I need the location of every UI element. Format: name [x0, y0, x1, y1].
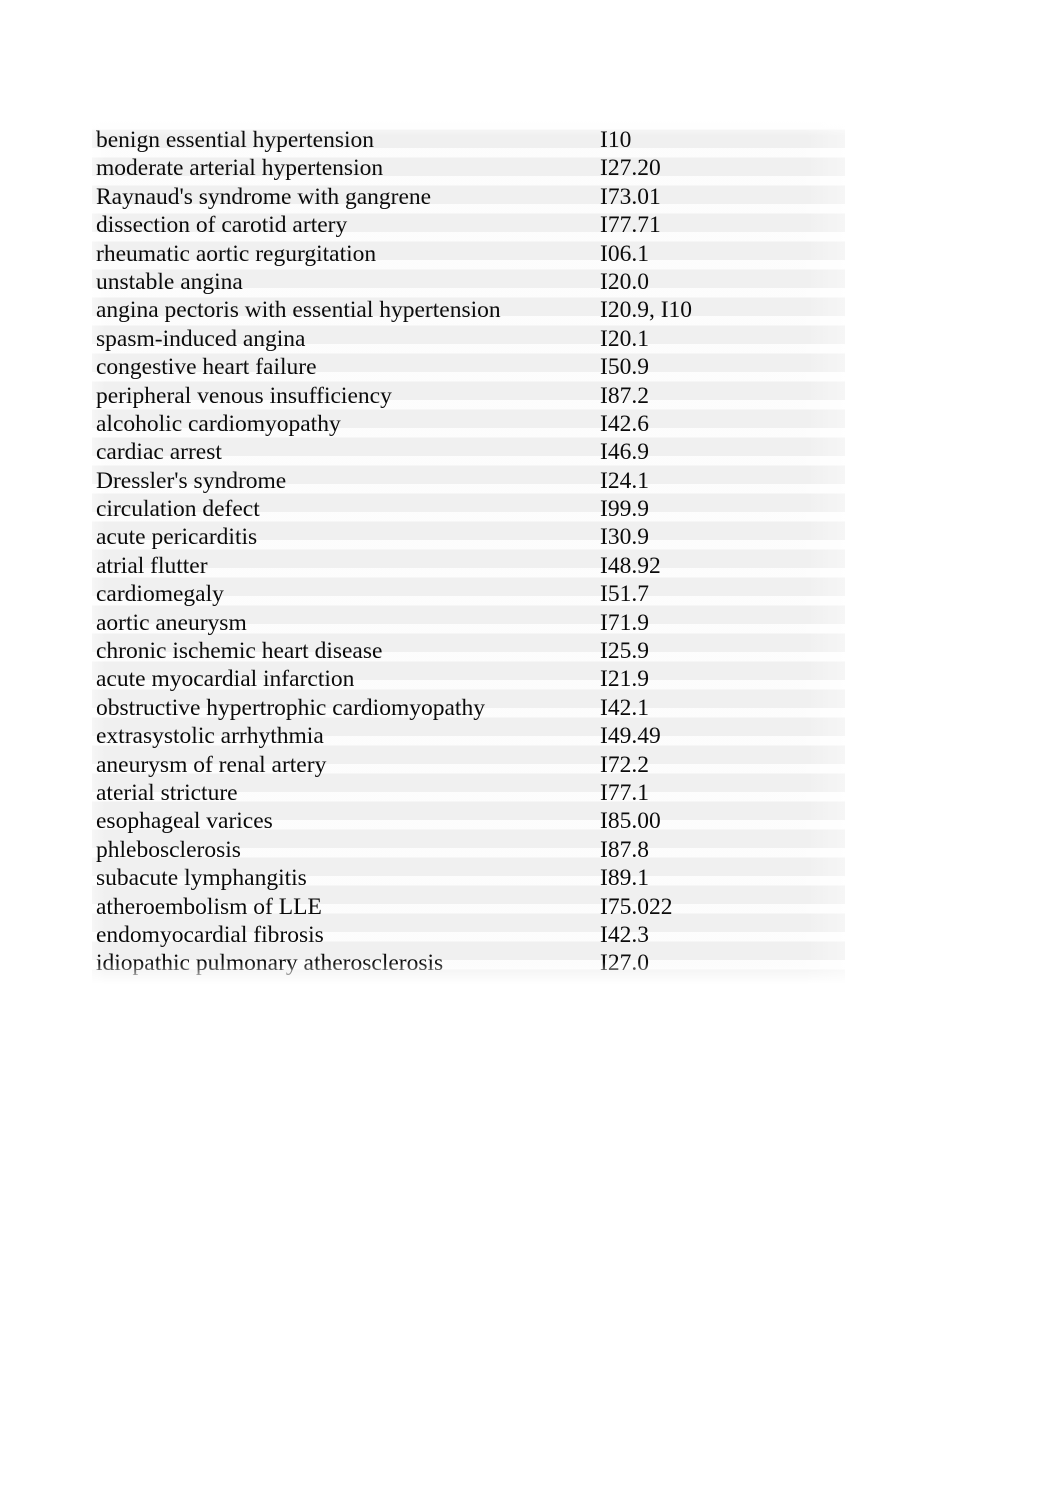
diagnosis-term-cell[interactable]: atrial flutter — [92, 552, 600, 580]
table-row[interactable]: moderate arterial hypertension I27.20 — [92, 154, 845, 182]
diagnosis-term-cell[interactable]: endomyocardial fibrosis — [92, 921, 600, 949]
icd-code-cell[interactable]: I42.1 — [600, 694, 649, 722]
table-row[interactable]: extrasystolic arrhythmia I49.49 — [92, 722, 845, 750]
icd-code-cell[interactable]: I72.2 — [600, 751, 649, 779]
diagnosis-term-cell[interactable]: extrasystolic arrhythmia — [92, 722, 600, 750]
table-row[interactable]: phlebosclerosis I87.8 — [92, 836, 845, 864]
icd-code-cell[interactable]: I77.1 — [600, 779, 649, 807]
table-row[interactable]: spasm-induced angina I20.1 — [92, 325, 845, 353]
table-row[interactable]: aterial stricture I77.1 — [92, 779, 845, 807]
diagnosis-term-cell[interactable]: cardiomegaly — [92, 580, 600, 608]
diagnosis-term-cell[interactable]: angina pectoris with essential hypertens… — [92, 296, 600, 324]
table-row[interactable]: atheroembolism of LLE I75.022 — [92, 893, 845, 921]
table-row[interactable]: Raynaud's syndrome with gangrene I73.01 — [92, 183, 845, 211]
diagnosis-term-cell[interactable]: atheroembolism of LLE — [92, 893, 600, 921]
diagnosis-term-cell[interactable]: phlebosclerosis — [92, 836, 600, 864]
table-row[interactable]: cardiac arrest I46.9 — [92, 438, 845, 466]
table-row[interactable]: esophageal varices I85.00 — [92, 807, 845, 835]
diagnosis-term-cell[interactable]: Dressler's syndrome — [92, 467, 600, 495]
diagnosis-term-cell[interactable]: spasm-induced angina — [92, 325, 600, 353]
diagnosis-term-cell[interactable]: circulation defect — [92, 495, 600, 523]
table-row[interactable]: endomyocardial fibrosis I42.3 — [92, 921, 845, 949]
table-row[interactable]: atrial flutter I48.92 — [92, 552, 845, 580]
icd-code-cell[interactable]: I73.01 — [600, 183, 661, 211]
diagnosis-term-cell[interactable]: congestive heart failure — [92, 353, 600, 381]
icd-code-cell[interactable]: I20.1 — [600, 325, 649, 353]
diagnosis-term-cell[interactable]: aterial stricture — [92, 779, 600, 807]
table-row[interactable]: acute myocardial infarction I21.9 — [92, 665, 845, 693]
diagnosis-term-cell[interactable]: Raynaud's syndrome with gangrene — [92, 183, 600, 211]
icd-code-cell[interactable]: I25.9 — [600, 637, 649, 665]
icd-code-cell[interactable]: I30.9 — [600, 523, 649, 551]
table-row[interactable]: peripheral venous insufficiency I87.2 — [92, 382, 845, 410]
icd-code-cell[interactable]: I75.022 — [600, 893, 672, 921]
table-row[interactable]: cardiomegaly I51.7 — [92, 580, 845, 608]
table-row[interactable]: congestive heart failure I50.9 — [92, 353, 845, 381]
icd-code-cell[interactable]: I77.71 — [600, 211, 661, 239]
table-row[interactable]: angina pectoris with essential hypertens… — [92, 296, 845, 324]
diagnosis-term-cell[interactable]: rheumatic aortic regurgitation — [92, 240, 600, 268]
code-list-table: benign essential hypertension I10 moderate… — [92, 120, 845, 984]
diagnosis-term-cell[interactable]: subacute lymphangitis — [92, 864, 600, 892]
icd-code-cell[interactable]: I46.9 — [600, 438, 649, 466]
diagnosis-term-cell[interactable]: moderate arterial hypertension — [92, 154, 600, 182]
icd-code-cell[interactable]: I20.0 — [600, 268, 649, 296]
icd-code-cell[interactable]: I10 — [600, 126, 631, 154]
table-row[interactable]: obstructive hypertrophic cardiomyopathy I… — [92, 694, 845, 722]
diagnosis-term-cell[interactable]: benign essential hypertension — [92, 126, 600, 154]
icd-code-cell[interactable]: I06.1 — [600, 240, 649, 268]
icd-code-cell[interactable]: I27.20 — [600, 154, 661, 182]
table-row[interactable]: Dressler's syndrome I24.1 — [92, 467, 845, 495]
table-row[interactable]: chronic ischemic heart disease I25.9 — [92, 637, 845, 665]
icd-code-cell[interactable]: I49.49 — [600, 722, 661, 750]
diagnosis-term-cell[interactable]: dissection of carotid artery — [92, 211, 600, 239]
icd-code-cell[interactable]: I42.3 — [600, 921, 649, 949]
icd-code-cell[interactable]: I85.00 — [600, 807, 661, 835]
table-row[interactable]: circulation defect I99.9 — [92, 495, 845, 523]
icd-code-cell[interactable]: I48.92 — [600, 552, 661, 580]
diagnosis-term-cell[interactable]: obstructive hypertrophic cardiomyopathy — [92, 694, 600, 722]
table-row[interactable]: rheumatic aortic regurgitation I06.1 — [92, 240, 845, 268]
icd-code-cell[interactable]: I51.7 — [600, 580, 649, 608]
diagnosis-term-cell[interactable]: aortic aneurysm — [92, 609, 600, 637]
table-row[interactable]: aortic aneurysm I71.9 — [92, 609, 845, 637]
icd-code-cell[interactable]: I89.1 — [600, 864, 649, 892]
diagnosis-term-cell[interactable]: acute pericarditis — [92, 523, 600, 551]
icd-code-cell[interactable]: I20.9, I10 — [600, 296, 692, 324]
icd-code-cell[interactable]: I87.8 — [600, 836, 649, 864]
icd-code-cell[interactable]: I21.9 — [600, 665, 649, 693]
icd-code-cell[interactable]: I27.0 — [600, 949, 649, 977]
table-row[interactable]: alcoholic cardiomyopathy I42.6 — [92, 410, 845, 438]
icd-code-cell[interactable]: I99.9 — [600, 495, 649, 523]
icd-code-cell[interactable]: I71.9 — [600, 609, 649, 637]
icd-code-cell[interactable]: I24.1 — [600, 467, 649, 495]
table-row[interactable]: benign essential hypertension I10 — [92, 126, 845, 154]
diagnosis-term-cell[interactable]: alcoholic cardiomyopathy — [92, 410, 600, 438]
diagnosis-term-cell[interactable]: peripheral venous insufficiency — [92, 382, 600, 410]
diagnosis-term-cell[interactable]: unstable angina — [92, 268, 600, 296]
diagnosis-term-cell[interactable]: chronic ischemic heart disease — [92, 637, 600, 665]
table-row[interactable]: acute pericarditis I30.9 — [92, 523, 845, 551]
table-row[interactable]: unstable angina I20.0 — [92, 268, 845, 296]
table-row[interactable]: idiopathic pulmonary atherosclerosis I27.… — [92, 949, 845, 977]
diagnosis-term-cell[interactable]: aneurysm of renal artery — [92, 751, 600, 779]
diagnosis-term-cell[interactable]: idiopathic pulmonary atherosclerosis — [92, 949, 600, 977]
icd-code-cell[interactable]: I42.6 — [600, 410, 649, 438]
table-row[interactable]: subacute lymphangitis I89.1 — [92, 864, 845, 892]
icd-code-cell[interactable]: I50.9 — [600, 353, 649, 381]
icd-code-cell[interactable]: I87.2 — [600, 382, 649, 410]
diagnosis-term-cell[interactable]: cardiac arrest — [92, 438, 600, 466]
diagnosis-term-cell[interactable]: acute myocardial infarction — [92, 665, 600, 693]
table-row[interactable]: dissection of carotid artery I77.71 — [92, 211, 845, 239]
table-row[interactable]: aneurysm of renal artery I72.2 — [92, 751, 845, 779]
diagnosis-term-cell[interactable]: esophageal varices — [92, 807, 600, 835]
